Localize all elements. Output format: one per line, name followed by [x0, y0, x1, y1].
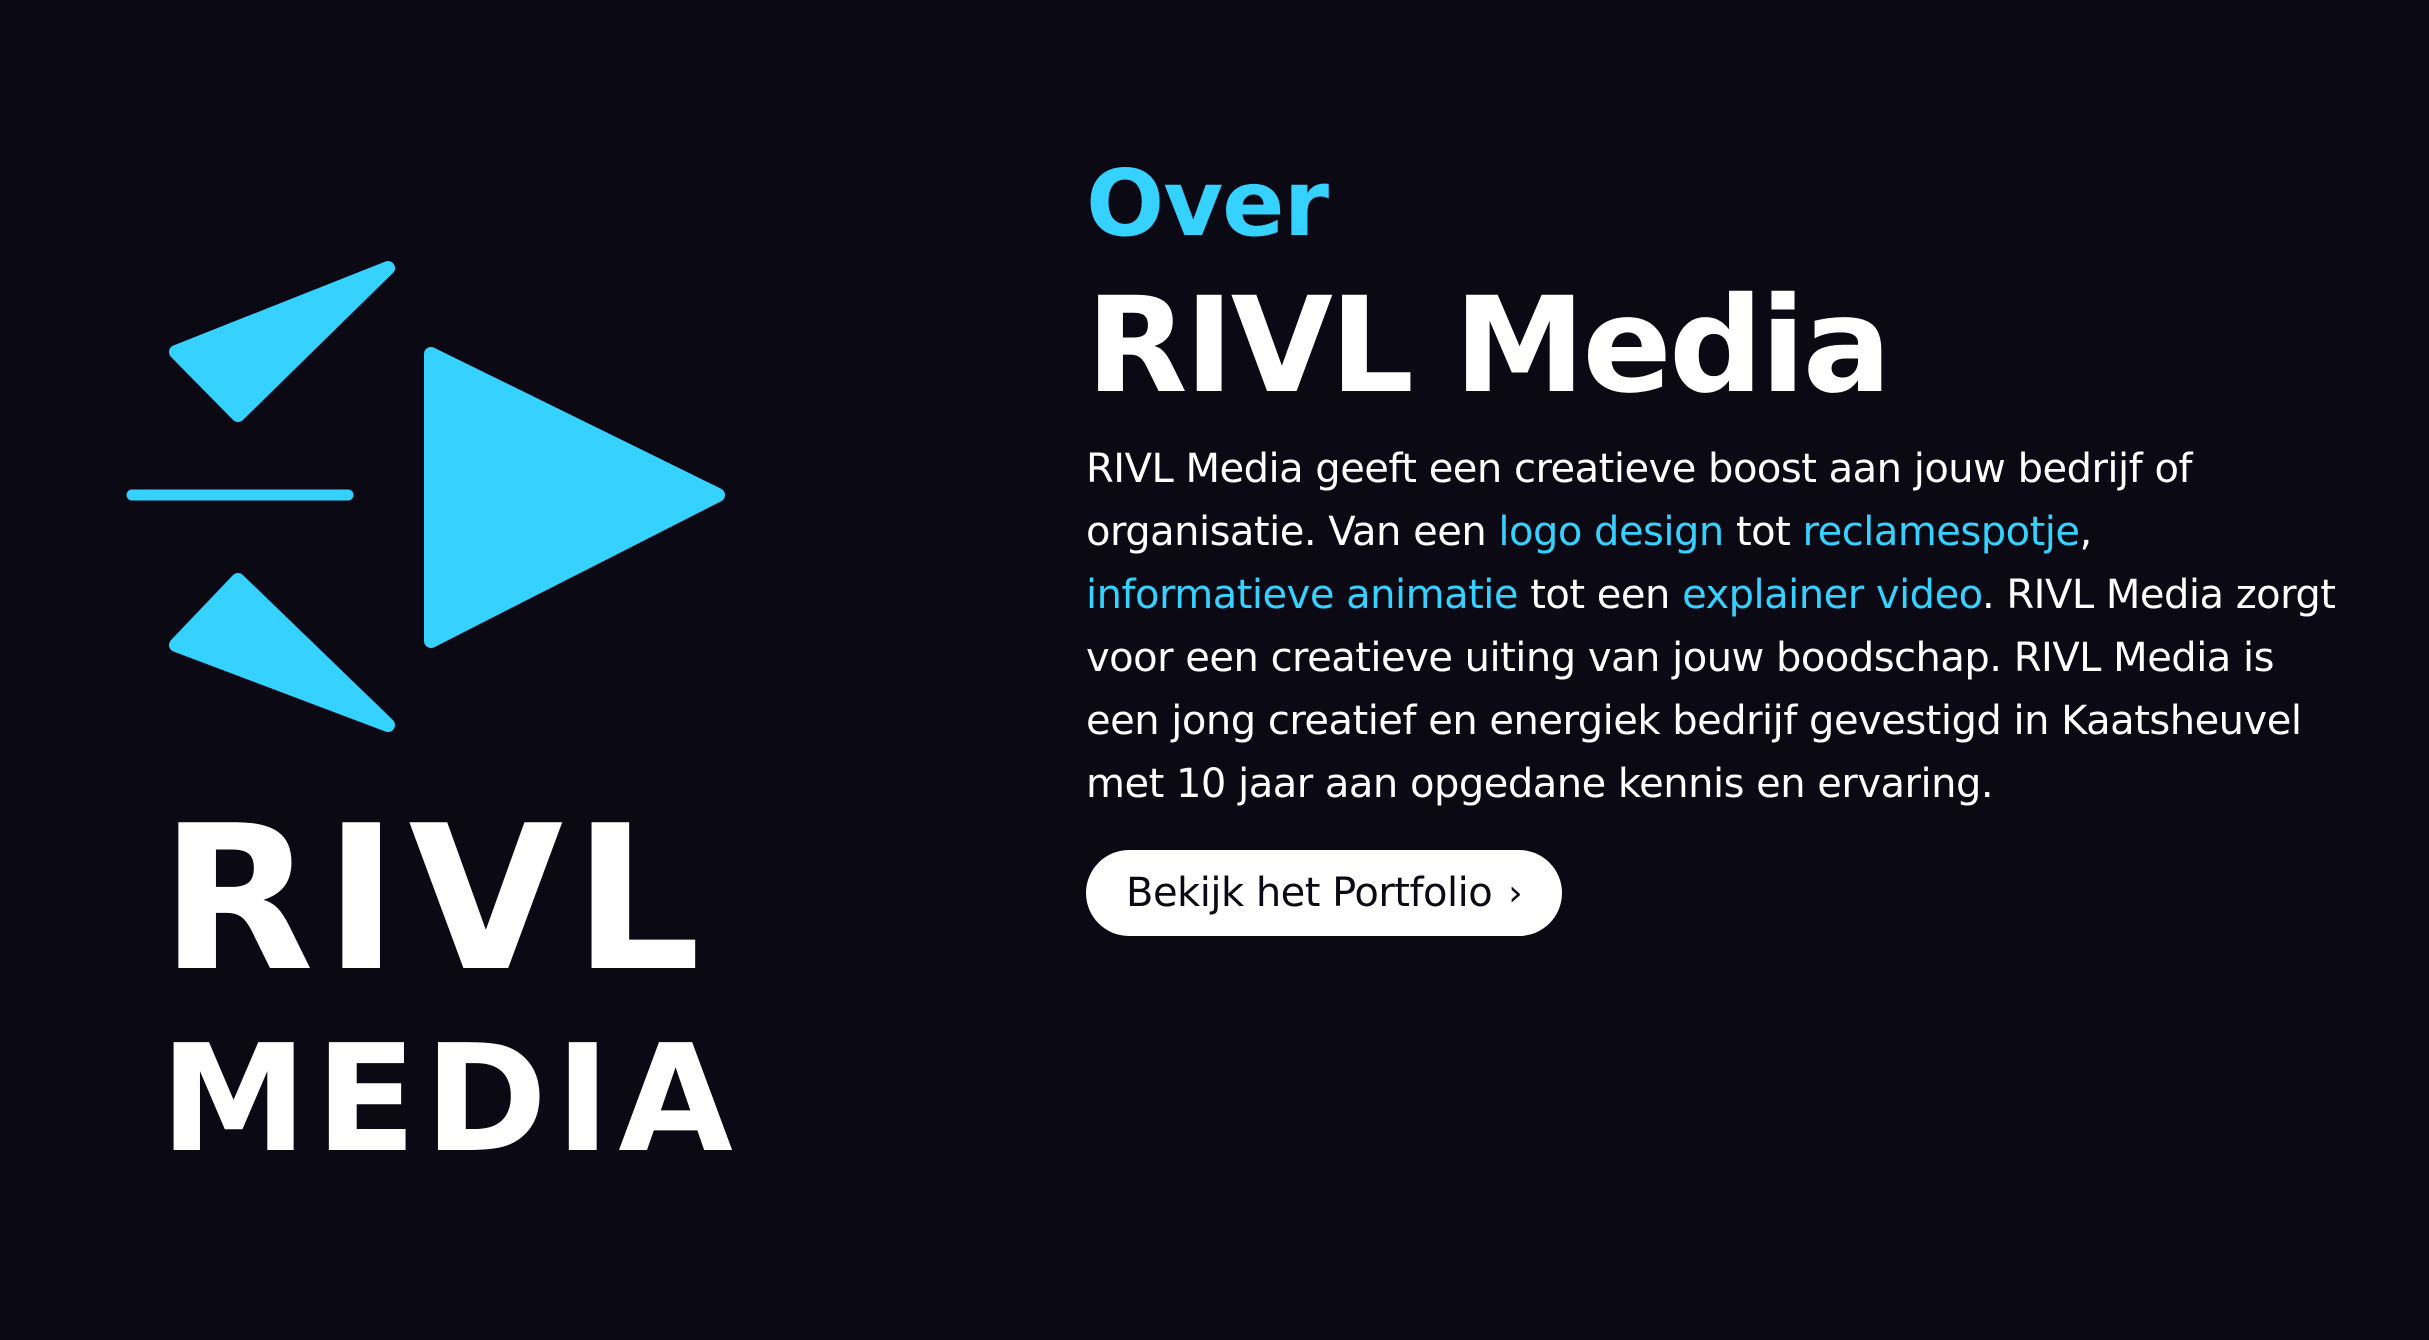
about-paragraph: RIVL Media geeft een creatieve boost aan… [1086, 438, 2336, 816]
rivl-media-logo: RIVL MEDIA [118, 255, 738, 1175]
informatieve-animatie-link[interactable]: informatieve animatie [1086, 572, 1519, 618]
section-kicker: Over [1086, 150, 1329, 257]
paragraph-text: , [2079, 509, 2093, 555]
logo-wordmark-rivl: RIVL [160, 783, 711, 1016]
paragraph-text: tot een [1518, 572, 1683, 618]
reclamespotje-link[interactable]: reclamespotje [1803, 509, 2080, 555]
logo-play-triangle [424, 347, 725, 648]
paragraph-text: tot [1723, 509, 1803, 555]
logo-upper-triangle [169, 261, 395, 422]
view-portfolio-button[interactable]: Bekijk het Portfolio › [1086, 850, 1563, 936]
chevron-right-icon: › [1508, 872, 1523, 914]
logo-lower-triangle [169, 573, 395, 732]
logo-wordmark-media: MEDIA [160, 1013, 741, 1185]
logo-play-mark-icon [126, 261, 725, 732]
page-title: RIVL Media [1086, 269, 1892, 423]
logo-design-link[interactable]: logo design [1498, 509, 1724, 555]
explainer-video-link[interactable]: explainer video [1682, 572, 1982, 618]
about-section: Over RIVL Media RIVL Media geeft een cre… [1086, 140, 2366, 936]
view-portfolio-label: Bekijk het Portfolio [1126, 870, 1493, 916]
